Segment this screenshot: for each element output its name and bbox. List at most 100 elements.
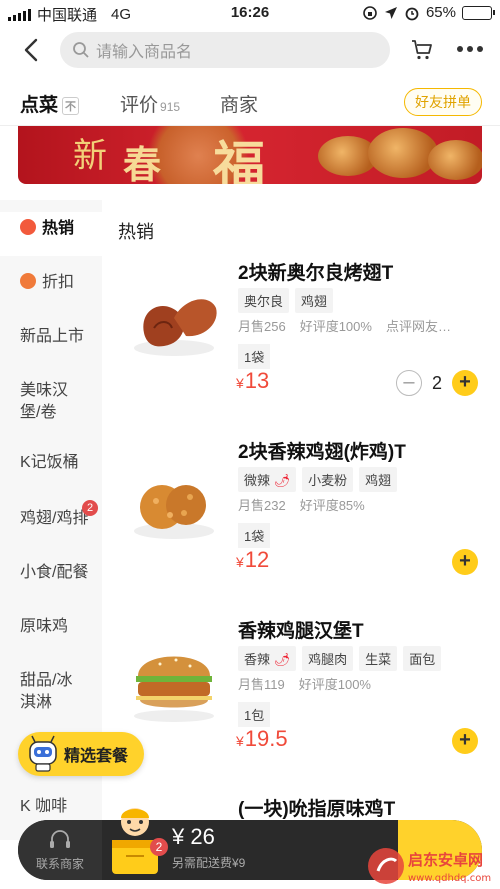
chili-icon: 🌶 bbox=[273, 652, 291, 667]
monthly-sales: 月售119 bbox=[238, 677, 285, 692]
product-unit: 1袋 bbox=[238, 523, 271, 548]
more-icon[interactable] bbox=[456, 44, 484, 54]
burger-image bbox=[134, 656, 214, 722]
flame-icon bbox=[20, 219, 36, 235]
tab-order[interactable]: 点菜不 bbox=[20, 90, 80, 117]
rotation-lock-icon bbox=[363, 5, 377, 20]
banner-text-2: 春 bbox=[123, 142, 162, 184]
wings-image bbox=[134, 299, 217, 356]
total-value: 26 bbox=[190, 824, 215, 849]
product-tag-text: 微辣 bbox=[244, 473, 271, 488]
product-tag: 微辣 🌶 bbox=[238, 467, 297, 492]
monthly-sales: 月售256 bbox=[238, 319, 286, 334]
svg-text:启东安卓网: 启东安卓网 bbox=[408, 851, 483, 869]
monthly-sales: 月售232 bbox=[238, 498, 286, 513]
quantity-value: 2 bbox=[431, 372, 442, 393]
cart-total: ¥ 26 bbox=[172, 824, 215, 850]
search-placeholder: 请输入商品名 bbox=[96, 44, 193, 61]
rating: 好评度85% bbox=[299, 498, 365, 513]
category-label: 折扣 bbox=[42, 274, 75, 291]
svg-text:www.qdhdq.com: www.qdhdq.com bbox=[408, 873, 491, 884]
category-desserts[interactable]: 甜品/冰淇淋 bbox=[0, 670, 102, 714]
tab-bar: 点菜不 评价 915 商家 好友拼单 bbox=[0, 80, 500, 126]
product-price: ¥19.5 bbox=[236, 726, 288, 752]
category-hot[interactable]: 热销 bbox=[0, 212, 102, 256]
price-value: 19.5 bbox=[244, 726, 288, 751]
product-price: ¥13 bbox=[236, 368, 269, 394]
currency-symbol: ¥ bbox=[236, 375, 244, 391]
banner-text-3: 福 bbox=[213, 136, 266, 184]
watermark-graphic: 启东安卓网 www.qdhdq.com bbox=[368, 848, 491, 884]
category-discount[interactable]: 折扣 bbox=[0, 272, 102, 294]
product-card[interactable]: 香辣鸡腿汉堡T 香辣 🌶 鸡腿肉 生菜 面包 月售119 好评度100% 1包 … bbox=[118, 616, 488, 806]
quantity-stepper: – 2 + bbox=[395, 370, 478, 396]
friend-order-button[interactable]: 好友拼单 bbox=[404, 88, 482, 116]
battery-icon bbox=[462, 5, 495, 20]
quantity-stepper: + bbox=[452, 549, 478, 575]
product-card[interactable]: 2块新奥尔良烤翅T 奥尔良 鸡翅 月售256 好评度100% 点评网友… 1袋 … bbox=[118, 258, 488, 448]
discount-icon bbox=[20, 273, 36, 289]
pin-icon: 不 bbox=[62, 96, 80, 115]
tab-merchant[interactable]: 商家 bbox=[220, 90, 258, 117]
category-label: 鸡翅/鸡排 bbox=[20, 510, 89, 527]
category-label: K记饭桶 bbox=[20, 454, 79, 471]
back-arrow-icon[interactable] bbox=[18, 36, 46, 64]
review-count: 915 bbox=[160, 100, 181, 114]
banner-food-image bbox=[428, 140, 482, 180]
product-tag: 小麦粉 bbox=[302, 467, 354, 492]
tab-reviews-label: 评价 bbox=[120, 95, 159, 116]
contact-merchant-button[interactable]: 联系商家 bbox=[18, 820, 102, 880]
plus-button[interactable]: + bbox=[452, 370, 478, 396]
category-wings[interactable]: 鸡翅/鸡排 2 bbox=[0, 500, 102, 530]
plus-button[interactable]: + bbox=[452, 728, 478, 754]
review-snippet: 点评网友… bbox=[385, 319, 451, 334]
delivery-fee: 另需配送费¥9 bbox=[172, 856, 246, 870]
currency-symbol: ¥ bbox=[236, 733, 244, 749]
product-unit: 1包 bbox=[238, 702, 271, 727]
category-label: 热销 bbox=[42, 220, 75, 237]
category-new[interactable]: 新品上市 bbox=[0, 326, 102, 348]
promo-banner[interactable]: 新 春 福 bbox=[18, 126, 482, 184]
category-rice-bucket[interactable]: K记饭桶 bbox=[0, 452, 102, 474]
product-tag: 鸡翅 bbox=[295, 288, 334, 313]
category-snacks[interactable]: 小食/配餐 bbox=[0, 562, 102, 584]
product-unit: 1袋 bbox=[238, 344, 271, 369]
category-coffee[interactable]: K 咖啡 bbox=[0, 796, 102, 818]
product-tag: 鸡翅 bbox=[359, 467, 398, 492]
plus-button[interactable]: + bbox=[452, 549, 478, 575]
search-input[interactable]: 请输入商品名 bbox=[60, 32, 390, 68]
rating: 好评度100% bbox=[298, 677, 371, 692]
product-name: 2块香辣鸡翅(炸鸡)T bbox=[238, 442, 406, 463]
product-name: 2块新奥尔良烤翅T bbox=[238, 263, 394, 284]
product-tag: 面包 bbox=[403, 646, 442, 671]
top-navigation: 请输入商品名 bbox=[0, 30, 500, 72]
product-card[interactable]: 2块香辣鸡翅(炸鸡)T 微辣 🌶 小麦粉 鸡翅 月售232 好评度85% 1袋 … bbox=[118, 437, 488, 627]
location-icon bbox=[384, 6, 397, 19]
category-label: K 咖啡 bbox=[20, 798, 68, 815]
robot-mascot-icon bbox=[29, 735, 57, 772]
cart-count-badge: 2 bbox=[150, 838, 168, 856]
tab-order-label: 点菜 bbox=[20, 95, 59, 116]
cart-icon[interactable] bbox=[410, 38, 434, 62]
category-burgers[interactable]: 美味汉堡/卷 bbox=[0, 380, 102, 424]
category-original-chicken[interactable]: 原味鸡 bbox=[0, 616, 102, 638]
headset-icon bbox=[50, 830, 70, 848]
minus-button[interactable]: – bbox=[395, 370, 422, 396]
tab-merchant-label: 商家 bbox=[220, 95, 259, 116]
product-name: (一块)吮指原味鸡T bbox=[238, 799, 396, 820]
search-icon bbox=[73, 42, 89, 58]
fried-wings-image bbox=[134, 485, 214, 539]
product-tag: 香辣 🌶 bbox=[238, 646, 297, 671]
price-value: 13 bbox=[244, 368, 270, 393]
alarm-icon bbox=[405, 7, 419, 20]
product-tag: 奥尔良 bbox=[238, 288, 290, 313]
category-label: 小食/配餐 bbox=[20, 564, 89, 581]
section-title: 热销 bbox=[118, 222, 154, 242]
category-label: 新品上市 bbox=[20, 328, 85, 345]
rating: 好评度100% bbox=[299, 319, 372, 334]
category-label: 甜品/冰淇淋 bbox=[20, 672, 73, 711]
product-tag: 生菜 bbox=[359, 646, 398, 671]
tab-reviews[interactable]: 评价 915 bbox=[120, 90, 180, 117]
chili-icon: 🌶 bbox=[273, 473, 291, 488]
product-tag-text: 香辣 bbox=[244, 652, 271, 667]
